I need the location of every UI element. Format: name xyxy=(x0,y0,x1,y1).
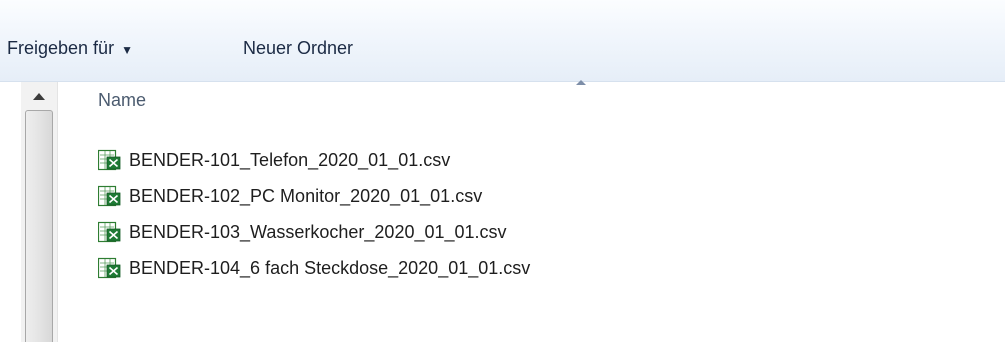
file-item[interactable]: BENDER-104_6 fach Steckdose_2020_01_01.c… xyxy=(98,250,530,286)
file-name: BENDER-101_Telefon_2020_01_01.csv xyxy=(129,149,451,170)
dropdown-arrow-icon: ▼ xyxy=(121,43,133,57)
scroll-up-arrow-icon xyxy=(33,92,45,100)
excel-csv-icon xyxy=(98,221,121,243)
file-name: BENDER-103_Wasserkocher_2020_01_01.csv xyxy=(129,221,507,242)
scroll-up-button[interactable] xyxy=(21,82,57,110)
file-name: BENDER-104_6 fach Steckdose_2020_01_01.c… xyxy=(129,257,531,278)
command-bar: Freigeben für ▼ Neuer Ordner xyxy=(0,0,1005,82)
excel-csv-icon xyxy=(98,257,121,279)
file-item[interactable]: BENDER-101_Telefon_2020_01_01.csv xyxy=(98,142,530,178)
file-name: BENDER-102_PC Monitor_2020_01_01.csv xyxy=(129,185,483,206)
scrollbar-thumb[interactable] xyxy=(25,110,53,342)
excel-csv-icon xyxy=(98,185,121,207)
vertical-scrollbar[interactable] xyxy=(21,82,58,342)
file-list: BENDER-101_Telefon_2020_01_01.csv BENDER… xyxy=(98,142,530,286)
file-item[interactable]: BENDER-103_Wasserkocher_2020_01_01.csv xyxy=(98,214,530,250)
sort-ascending-icon xyxy=(576,80,586,85)
column-header-name[interactable]: Name xyxy=(98,86,146,114)
new-folder-button[interactable]: Neuer Ordner xyxy=(243,36,353,60)
share-with-button[interactable]: Freigeben für ▼ xyxy=(7,36,133,60)
excel-csv-icon xyxy=(98,149,121,171)
file-item[interactable]: BENDER-102_PC Monitor_2020_01_01.csv xyxy=(98,178,530,214)
share-with-label: Freigeben für xyxy=(7,38,115,58)
column-header-label: Name xyxy=(98,90,147,110)
new-folder-label: Neuer Ordner xyxy=(243,38,354,58)
